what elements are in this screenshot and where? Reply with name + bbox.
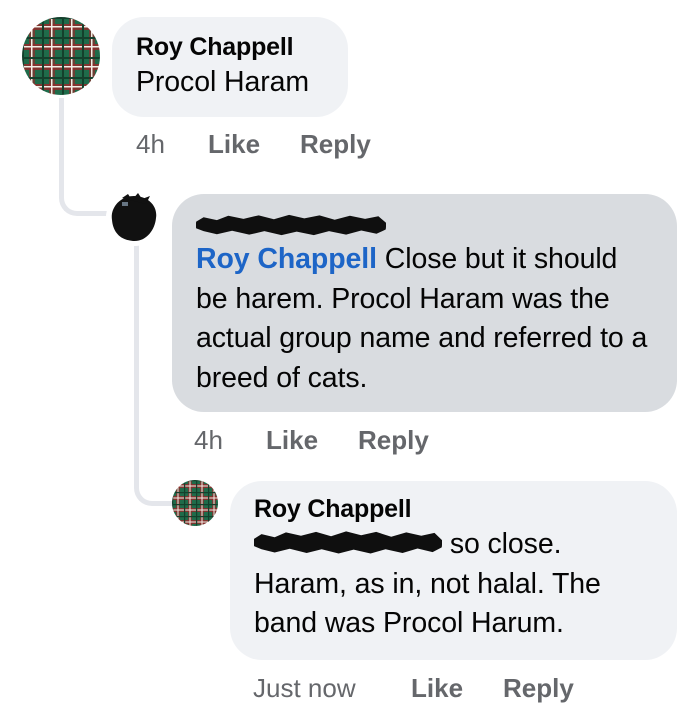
redacted-mention [254, 531, 442, 554]
comment-timestamp[interactable]: Just now [253, 673, 411, 704]
plaid-avatar-icon [22, 17, 100, 95]
comment-bubble-2: Roy Chappell Close but it should be hare… [172, 194, 677, 412]
comment-author[interactable]: Roy Chappell [136, 31, 324, 63]
reply-button[interactable]: Reply [503, 673, 574, 704]
thread-connector-1 [59, 98, 117, 216]
comment-author[interactable]: Roy Chappell [254, 493, 657, 525]
like-button[interactable]: Like [411, 673, 503, 704]
plaid-avatar-icon [172, 480, 218, 526]
comment-actions-1: 4h Like Reply [136, 129, 371, 160]
avatar-roy-chappell[interactable] [22, 17, 100, 95]
comment-bubble-3: Roy Chappell so close. Haram, as in, not… [230, 481, 677, 660]
avatar-redacted-user[interactable] [106, 190, 162, 246]
comment-text: Procol Haram [136, 66, 310, 98]
like-button[interactable]: Like [266, 425, 358, 456]
redacted-author-name [196, 214, 386, 236]
comment-text: so close. Haram, as in, not halal. The b… [254, 525, 657, 644]
thread-connector-2 [134, 240, 174, 506]
reply-button[interactable]: Reply [358, 425, 429, 456]
avatar-roy-chappell[interactable] [172, 480, 218, 526]
comment-timestamp[interactable]: 4h [194, 425, 266, 456]
like-button[interactable]: Like [208, 129, 300, 160]
comment-actions-3: Just now Like Reply [253, 673, 574, 704]
comment-text: Roy Chappell Close but it should be hare… [196, 240, 655, 398]
reply-button[interactable]: Reply [300, 129, 371, 160]
comment-bubble-1: Roy Chappell Procol Haram [112, 17, 348, 117]
comment-timestamp[interactable]: 4h [136, 129, 208, 160]
comment-actions-2: 4h Like Reply [194, 425, 429, 456]
redacted-avatar-icon [106, 190, 162, 246]
mention-link[interactable]: Roy Chappell [196, 243, 377, 275]
